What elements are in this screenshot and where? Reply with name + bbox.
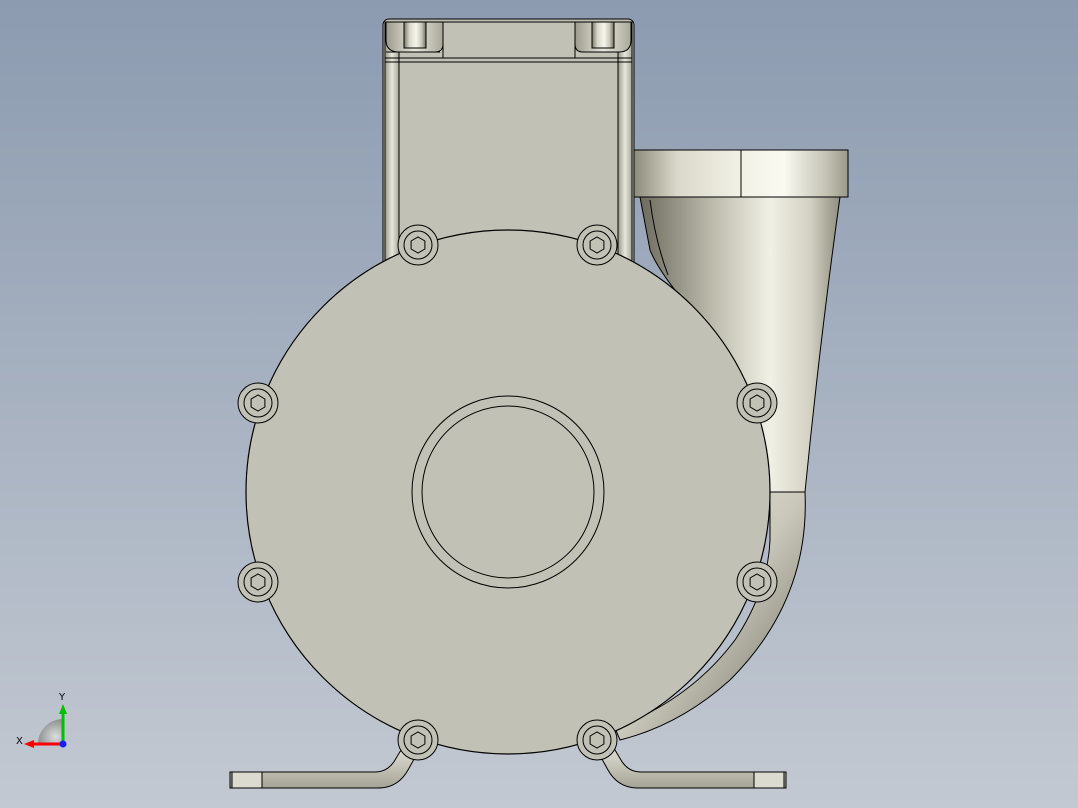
- triad-y-label: Y: [58, 692, 66, 703]
- hex-bolt-6[interactable]: [736, 561, 778, 603]
- triad-z-axis: [59, 740, 67, 748]
- outlet-flange[interactable]: [633, 149, 849, 198]
- hex-bolt-1[interactable]: [397, 224, 439, 266]
- hex-socket-icon: [749, 573, 765, 591]
- hex-bolt-5[interactable]: [237, 561, 279, 603]
- hex-socket-icon: [749, 394, 765, 412]
- hex-bolt-3[interactable]: [237, 382, 279, 424]
- triad-x-label: X: [16, 736, 23, 747]
- hex-bolt-4[interactable]: [736, 382, 778, 424]
- hex-socket-icon: [589, 236, 605, 254]
- cad-graphics-viewport[interactable]: Y X: [0, 0, 1078, 808]
- hex-socket-icon: [589, 731, 605, 749]
- hex-bolt-7[interactable]: [397, 719, 439, 761]
- hex-socket-icon: [410, 236, 426, 254]
- model-scene[interactable]: Y X: [0, 0, 1078, 808]
- motor-end-cover[interactable]: [245, 229, 771, 755]
- hex-socket-icon: [250, 573, 266, 591]
- hex-bolt-8[interactable]: [576, 719, 618, 761]
- hex-socket-icon: [410, 731, 426, 749]
- hex-bolt-2[interactable]: [576, 224, 618, 266]
- hex-socket-icon: [250, 394, 266, 412]
